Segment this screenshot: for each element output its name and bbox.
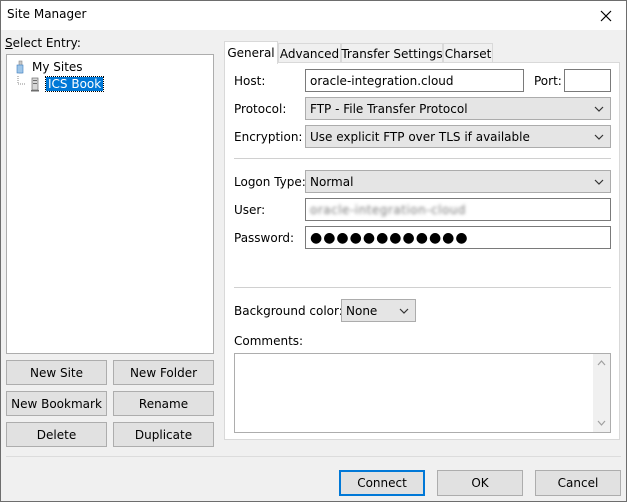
comments-textarea[interactable]	[234, 353, 611, 433]
site-tree[interactable]: My Sites ICS Book	[6, 54, 214, 354]
host-value: oracle-integration.cloud	[310, 73, 454, 88]
port-input[interactable]	[564, 69, 611, 92]
comments-scrollbar[interactable]	[593, 354, 610, 432]
rename-button-label: Rename	[138, 396, 189, 411]
logon-type-label: Logon Type:	[234, 175, 306, 189]
new-site-button[interactable]: New Site	[6, 360, 107, 385]
duplicate-button[interactable]: Duplicate	[113, 422, 214, 447]
tree-connector-icon	[17, 76, 25, 85]
duplicate-button-label: Duplicate	[134, 427, 193, 442]
general-panel: Host: oracle-integration.cloud Port: Pro…	[224, 62, 620, 440]
password-value: ●●●●●●●●●●●●	[310, 229, 469, 246]
comments-label: Comments:	[234, 334, 304, 348]
connect-button-label: Connect	[357, 476, 407, 490]
tab-label: Transfer Settings	[341, 46, 443, 61]
select-entry-label: Select Entry:	[5, 36, 81, 50]
tree-item-label: ICS Book	[44, 76, 105, 92]
server-icon	[31, 77, 39, 92]
protocol-select[interactable]: FTP - File Transfer Protocol	[305, 97, 611, 120]
window-title: Site Manager	[7, 7, 87, 21]
scroll-down-icon	[597, 420, 606, 426]
new-folder-button[interactable]: New Folder	[113, 360, 214, 385]
ok-button-label: OK	[471, 476, 489, 490]
password-input[interactable]: ●●●●●●●●●●●●	[305, 226, 611, 249]
encryption-value: Use explicit FTP over TLS if available	[310, 129, 530, 144]
encryption-select[interactable]: Use explicit FTP over TLS if available	[305, 125, 611, 148]
chevron-down-icon	[594, 106, 604, 112]
user-input[interactable]: oracle-integration-cloud	[305, 198, 611, 221]
encryption-label: Encryption:	[234, 130, 303, 144]
cancel-button-label: Cancel	[557, 476, 599, 490]
tab-general[interactable]: General	[224, 41, 278, 64]
divider	[234, 287, 611, 288]
new-bookmark-button-label: New Bookmark	[11, 396, 102, 411]
tab-label: General	[227, 46, 275, 60]
password-label: Password:	[234, 231, 295, 245]
chevron-down-icon	[594, 134, 604, 140]
tree-item-ics-book[interactable]: ICS Book	[13, 76, 105, 92]
host-label: Host:	[234, 74, 266, 88]
user-value: oracle-integration-cloud	[310, 202, 467, 217]
folder-icon	[16, 60, 24, 74]
new-folder-button-label: New Folder	[129, 365, 198, 380]
tree-item-label: My Sites	[32, 60, 83, 74]
site-manager-window: Site Manager Select Entry: My Sites ICS …	[0, 0, 627, 502]
background-color-value: None	[346, 303, 378, 318]
host-input[interactable]: oracle-integration.cloud	[305, 69, 524, 92]
protocol-label: Protocol:	[234, 102, 287, 116]
logon-type-value: Normal	[310, 174, 354, 189]
tab-transfer-settings[interactable]: Transfer Settings	[341, 43, 443, 63]
port-label: Port:	[534, 74, 562, 88]
logon-type-select[interactable]: Normal	[305, 170, 611, 193]
chevron-down-icon	[399, 308, 409, 314]
divider	[234, 158, 611, 159]
cancel-button[interactable]: Cancel	[535, 470, 621, 496]
new-site-button-label: New Site	[29, 365, 84, 380]
delete-button[interactable]: Delete	[6, 422, 107, 447]
scroll-up-icon	[597, 360, 606, 366]
tab-label: Charset	[444, 46, 492, 61]
tab-advanced[interactable]: Advanced	[278, 43, 341, 63]
protocol-value: FTP - File Transfer Protocol	[310, 101, 468, 116]
rename-button[interactable]: Rename	[113, 391, 214, 416]
close-icon	[600, 10, 612, 21]
close-button[interactable]	[586, 1, 626, 30]
tab-charset[interactable]: Charset	[443, 43, 493, 63]
connect-button[interactable]: Connect	[339, 470, 425, 496]
background-color-select[interactable]: None	[341, 299, 416, 322]
ok-button[interactable]: OK	[437, 470, 523, 496]
title-bar: Site Manager	[1, 1, 626, 30]
user-label: User:	[234, 203, 266, 217]
tab-label: Advanced	[279, 46, 340, 61]
tree-item-my-sites[interactable]: My Sites	[13, 59, 83, 75]
chevron-down-icon	[594, 179, 604, 185]
new-bookmark-button[interactable]: New Bookmark	[6, 391, 107, 416]
delete-button-label: Delete	[36, 427, 77, 442]
background-color-label: Background color:	[234, 304, 343, 318]
footer-divider	[6, 456, 621, 457]
